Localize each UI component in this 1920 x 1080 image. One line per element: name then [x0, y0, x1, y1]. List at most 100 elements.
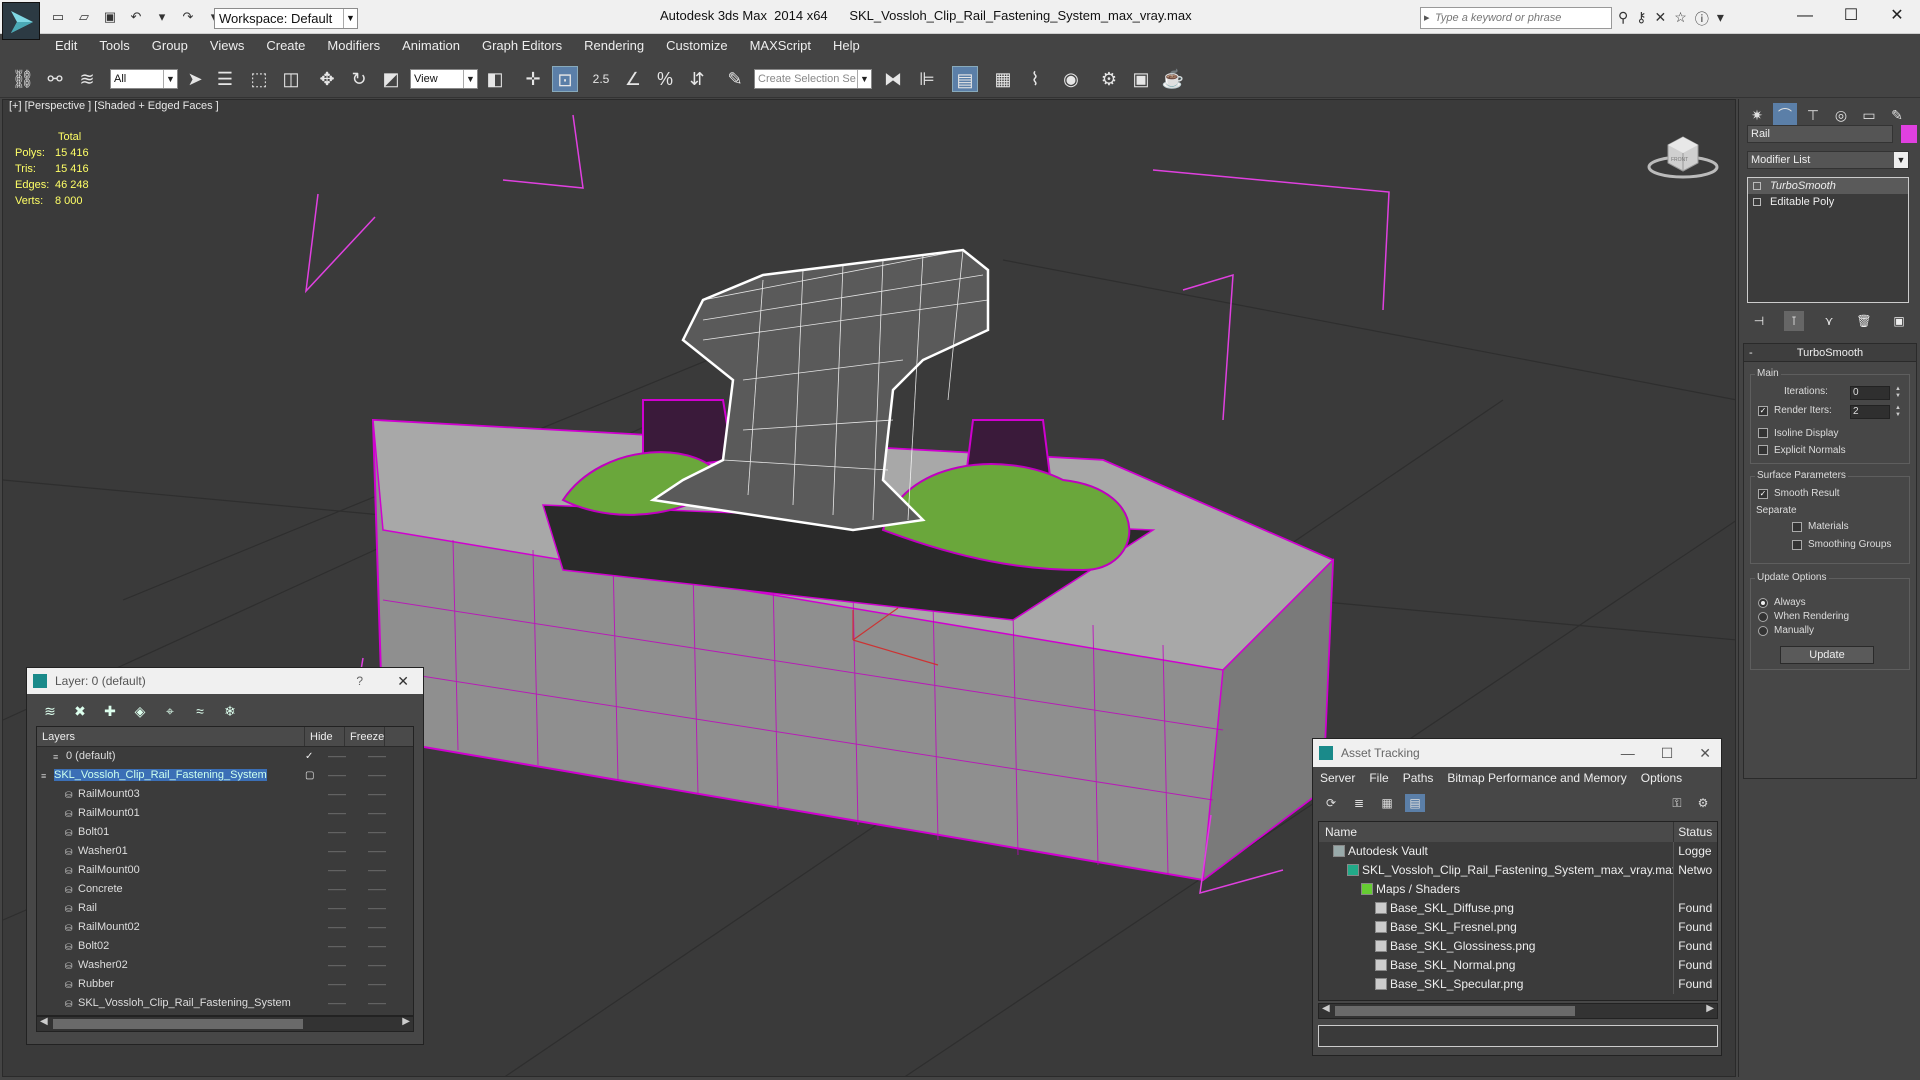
asset-horizontal-scrollbar[interactable]: ◀ ▶ — [1318, 1003, 1718, 1019]
update-button[interactable]: Update — [1780, 646, 1874, 664]
iterations-spinner[interactable]: 0 — [1850, 386, 1901, 400]
undo-dropdown-icon[interactable]: ▾ — [152, 8, 172, 26]
layer-name-cell[interactable]: ⛁ RailMount01 — [37, 804, 305, 823]
manipulate-icon[interactable]: ✛ — [520, 66, 546, 92]
freeze-toggle[interactable]: —— — [357, 842, 397, 861]
help-icon[interactable]: ⓘ — [1695, 9, 1709, 29]
highlight-selected-layer-icon[interactable]: ⌖ — [159, 702, 181, 720]
hierarchy-tab-icon[interactable]: ⊤ — [1801, 103, 1825, 127]
asset-row[interactable]: Base_SKL_Glossiness.png Found — [1319, 937, 1717, 956]
freeze-toggle[interactable]: —— — [357, 785, 397, 804]
close-icon[interactable]: ✕ — [1699, 739, 1711, 767]
unlink-selection-icon[interactable]: ⚯ — [42, 66, 68, 92]
hide-toggle[interactable]: —— — [317, 956, 357, 975]
layer-row[interactable]: ⛁ Washer01 —— —— — [37, 842, 413, 861]
favorites-star-icon[interactable]: ☆ — [1674, 9, 1687, 29]
layer-row[interactable]: ⛁ RailMount03 —— —— — [37, 785, 413, 804]
select-and-scale-icon[interactable]: ◩ — [378, 66, 404, 92]
asset-row[interactable]: Base_SKL_Specular.png Found — [1319, 975, 1717, 994]
make-unique-icon[interactable]: ⋎ — [1819, 311, 1839, 331]
selection-filter-dropdown[interactable]: All ▼ — [110, 69, 178, 89]
menu-item-views[interactable]: Views — [199, 34, 255, 58]
freeze-toggle[interactable]: —— — [357, 975, 397, 994]
layer-row[interactable]: ⛁ Rubber —— —— — [37, 975, 413, 994]
motion-tab-icon[interactable]: ◎ — [1829, 103, 1853, 127]
curve-editor-icon[interactable]: ⌇ — [1022, 66, 1048, 92]
utilities-tab-icon[interactable]: ✎ — [1885, 103, 1909, 127]
layer-row[interactable]: ⛁ Bolt01 —— —— — [37, 823, 413, 842]
help-search-input[interactable]: Type a keyword or phrase — [1420, 7, 1612, 29]
active-layer-marker[interactable] — [305, 937, 317, 956]
create-tab-icon[interactable]: ✷ — [1745, 103, 1769, 127]
snaps-toggle-icon[interactable]: 2.5 — [588, 66, 614, 92]
col-layers[interactable]: Layers — [37, 727, 305, 746]
scene-explorer-icon[interactable]: ▤ — [952, 66, 978, 92]
select-and-move-icon[interactable]: ✥ — [314, 66, 340, 92]
freeze-toggle[interactable]: —— — [357, 956, 397, 975]
asset-menu-bitmap-performance-and-memory[interactable]: Bitmap Performance and Memory — [1440, 767, 1633, 789]
layer-row[interactable]: ≡ 0 (default) ✓ —— —— — [37, 747, 413, 766]
active-layer-marker[interactable] — [305, 785, 317, 804]
menu-item-help[interactable]: Help — [822, 34, 871, 58]
modifier-list-dropdown[interactable]: Modifier List ▼ — [1747, 151, 1909, 169]
asset-row[interactable]: Autodesk Vault Logge — [1319, 842, 1717, 861]
modify-tab-icon[interactable]: ⌒ — [1773, 103, 1797, 127]
layer-name-cell[interactable]: ≡ 0 (default) — [37, 747, 305, 766]
layer-name-cell[interactable]: ⛁ Bolt01 — [37, 823, 305, 842]
layer-manager-icon[interactable]: ▦ — [990, 66, 1016, 92]
angle-snap-icon[interactable]: ∠ — [620, 66, 646, 92]
render-production-icon[interactable]: ☕ — [1160, 66, 1186, 92]
layer-horizontal-scrollbar[interactable]: ◀ ▶ — [36, 1016, 414, 1032]
layer-name-cell[interactable]: ⛁ SKL_Vossloh_Clip_Rail_Fastening_System — [37, 994, 305, 1013]
layer-row[interactable]: ⛁ RailMount00 —— —— — [37, 861, 413, 880]
edit-named-selection-icon[interactable]: ✎ — [722, 66, 748, 92]
scroll-left-icon[interactable]: ◀ — [1322, 1003, 1330, 1014]
menu-item-tools[interactable]: Tools — [88, 34, 140, 58]
menu-item-maxscript[interactable]: MAXScript — [739, 34, 822, 58]
asset-name-cell[interactable]: Base_SKL_Glossiness.png — [1319, 937, 1675, 956]
freeze-toggle[interactable]: —— — [357, 747, 397, 766]
table-view-icon[interactable]: ▦ — [1377, 794, 1397, 812]
asset-menu-options[interactable]: Options — [1634, 767, 1689, 789]
hide-toggle[interactable]: —— — [317, 804, 357, 823]
asset-row[interactable]: Base_SKL_Fresnel.png Found — [1319, 918, 1717, 937]
minimize-icon[interactable]: — — [1782, 0, 1828, 32]
modifier-stack-item[interactable]: TurboSmooth — [1748, 178, 1908, 194]
save-file-icon[interactable]: ▣ — [100, 8, 120, 26]
select-and-link-icon[interactable]: ⛓ — [10, 66, 36, 92]
menu-item-rendering[interactable]: Rendering — [573, 34, 655, 58]
hide-all-layers-icon[interactable]: ≈ — [189, 702, 211, 720]
binoculars-icon[interactable]: ⚲ — [1618, 9, 1628, 29]
active-layer-marker[interactable]: ✓ — [305, 747, 317, 766]
pivot-center-icon[interactable]: ◧ — [482, 66, 508, 92]
asset-menu-paths[interactable]: Paths — [1396, 767, 1441, 789]
hide-toggle[interactable]: —— — [317, 937, 357, 956]
undo-icon[interactable]: ↶ — [126, 8, 146, 26]
asset-menu-file[interactable]: File — [1362, 767, 1395, 789]
layer-name-cell[interactable]: ⛁ RailMount00 — [37, 861, 305, 880]
hide-toggle[interactable]: —— — [317, 975, 357, 994]
freeze-toggle[interactable]: —— — [357, 823, 397, 842]
layer-name-cell[interactable]: ⛁ RailMount02 — [37, 918, 305, 937]
lightbulb-icon[interactable] — [1753, 182, 1761, 190]
active-layer-marker[interactable] — [305, 899, 317, 918]
explicit-normals-checkbox[interactable] — [1758, 445, 1768, 455]
pin-stack-icon[interactable]: ⊣ — [1749, 311, 1769, 331]
layer-row[interactable]: ⛁ Concrete —— —— — [37, 880, 413, 899]
scroll-right-icon[interactable]: ▶ — [1706, 1003, 1714, 1014]
active-layer-marker[interactable] — [305, 975, 317, 994]
rectangular-selection-icon[interactable]: ⬚ — [246, 66, 272, 92]
layer-row[interactable]: ⛁ SKL_Vossloh_Clip_Rail_Fastening_System —… — [37, 994, 413, 1013]
asset-name-cell[interactable]: Base_SKL_Specular.png — [1319, 975, 1675, 994]
help-button[interactable]: ? — [356, 668, 363, 694]
workspace-dropdown[interactable]: Workspace: Default ▼ — [214, 8, 358, 29]
asset-tracking-titlebar[interactable]: Asset Tracking — ☐ ✕ — [1313, 739, 1721, 767]
layer-name-cell[interactable]: ⛁ Rail — [37, 899, 305, 918]
asset-row[interactable]: Base_SKL_Normal.png Found — [1319, 956, 1717, 975]
keyboard-shortcut-override-icon[interactable]: ⊡ — [552, 66, 578, 92]
grid-view-icon[interactable]: ▤ — [1405, 794, 1425, 812]
render-setup-icon[interactable]: ⚙ — [1096, 66, 1122, 92]
menu-item-edit[interactable]: Edit — [44, 34, 88, 58]
asset-name-cell[interactable]: Base_SKL_Normal.png — [1319, 956, 1675, 975]
show-end-result-icon[interactable]: ⊺ — [1784, 311, 1804, 331]
